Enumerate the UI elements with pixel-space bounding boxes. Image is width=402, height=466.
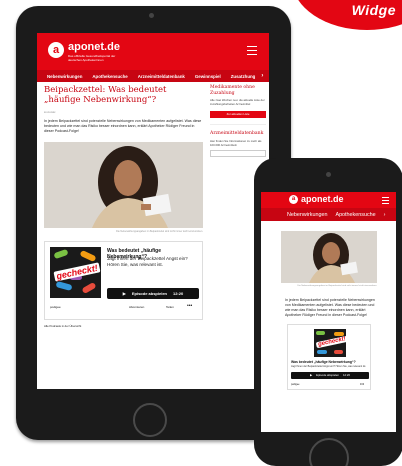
tablet-device: a aponet.de Das offizielle Gesundheitspo… [16,6,291,440]
tablet-home-button[interactable] [133,403,167,437]
woman-reading-illustration [44,142,203,228]
sidebar-text-datenbank: Hier finden Sie Informationen zu mehr al… [210,138,262,147]
drug-search-input[interactable] [210,150,266,158]
phone-nav: Nebenwirkungen Apothekensuche › [261,208,396,221]
phone-device: a aponet.de Nebenwirkungen Apothekensuch… [254,158,402,466]
sidebar-divider [210,124,266,126]
phone-nav-item-nebenwirkungen[interactable]: Nebenwirkungen [287,212,327,218]
play-label: Episode abspielen [131,291,167,296]
podcast-cover[interactable]: gecheckt! [50,247,101,298]
play-icon: ▶ [309,373,313,378]
phone-play-label: Episode abspielen [316,373,339,378]
nav-item-zusatz[interactable]: Zusatzhung [231,74,256,79]
sidebar-heading-zuzahlung: Medikamente ohne Zuzahlung [210,85,255,96]
phone-podcast-cover[interactable]: gecheckt! [314,328,346,357]
episode-description: Jagt Ihnen der Beipackzettel Angst ein? … [107,256,188,267]
photo-caption: Die Nebenwirkungsangaben im Beipackzette… [116,230,203,233]
phone-menu-icon[interactable] [382,197,389,206]
play-episode-button[interactable]: ▶ Episode abspielen 12:20 [107,288,199,299]
phone-podcast-player: gecheckt! Was bedeutet „häufige Nebenwir… [287,323,371,390]
phone-home-button[interactable] [309,438,349,466]
phone-article-photo [281,231,377,283]
phone-article-text: In jedem Beipackzettel sind potenzielle … [285,297,375,317]
share-button[interactable]: Teilen [166,305,174,309]
site-tagline: Das offizielle Gesundheitsportal der deu… [68,54,116,62]
podcast-player: gecheckt! Was bedeutet „häufige Nebenwir… [44,241,203,320]
chevron-right-icon[interactable]: › [384,212,386,218]
play-icon: ▶ [122,291,126,296]
phone-episode-duration: 12:20 [343,373,350,378]
article-lead: In jedem Beipackzettel sind potenzielle … [44,119,202,133]
phone-play-episode-button[interactable]: ▶ Episode abspielen 12:20 [291,371,369,379]
nav-item-gewinnspiel[interactable]: Gewinnspiel [195,74,221,79]
more-options-icon[interactable]: ••• [187,303,192,309]
menu-icon[interactable] [247,46,257,58]
sidebar: Medikamente ohne Zuzahlung Alle zwei Woc… [210,85,266,158]
episode-duration: 12:20 [172,291,184,296]
chevron-right-icon[interactable]: › [261,73,263,79]
podcast-host-brand[interactable]: podigee [50,305,61,309]
phone-photo-caption: Die Nebenwirkungsangaben im Beipackzette… [297,285,377,287]
tablet-camera [149,13,154,18]
phone-nav-item-apothekensuche[interactable]: Apothekensuche [335,212,375,218]
phone-episode-description: Jagt Ihnen der Beipackzettel Angst ein? … [291,364,367,368]
phone-screen: a aponet.de Nebenwirkungen Apothekensuch… [261,192,396,432]
nav-item-nebenwirkungen[interactable]: Nebenwirkungen [47,74,82,79]
phone-logo-icon[interactable]: a [289,195,298,204]
subscribe-button[interactable]: Abonnieren [129,305,144,309]
main-nav: Nebenwirkungen Apothekensuche Arzneimitt… [37,70,269,82]
article-title: Beipackzettel: Was bedeutet „häufige Neb… [44,85,167,105]
nav-item-apothekensuche[interactable]: Apothekensuche [92,74,127,79]
phone-site-header: a aponet.de [261,192,396,208]
woman-reading-illustration [281,231,377,283]
badge-text: Widge [351,2,396,18]
phone-site-name[interactable]: aponet.de [301,194,344,204]
current-list-button[interactable]: Zur aktuellen Liste [210,111,266,119]
phone-camera [326,172,331,177]
phone-podcast-host-brand[interactable]: podigee [291,383,300,386]
article-photo [44,142,203,228]
tablet-screen: a aponet.de Das offizielle Gesundheitspo… [37,33,269,389]
nav-item-arzneimitteldatenbank[interactable]: Arzneimitteldatenbank [138,74,185,79]
sidebar-heading-datenbank: Arzneimitteldatenbank [210,131,264,137]
logo-icon[interactable]: a [48,42,64,58]
all-podcasts-link[interactable]: Alle Podcasts in der Übersicht [44,324,203,328]
site-name[interactable]: aponet.de [68,41,120,53]
site-header: a aponet.de Das offizielle Gesundheitspo… [37,33,269,70]
sidebar-text-zuzahlung: Alle zwei Wochen neu: die aktuelle Liste… [210,98,265,106]
phone-more-options-icon[interactable]: ••• [360,381,364,386]
promo-stage: Widge a aponet.de Das offizielle Gesundh… [0,0,402,466]
article-date: xx.xx.xxxx [44,111,56,114]
phone-episode-title: Was bedeutet „häufige Nebenwirkung“? [291,359,356,364]
article-column: Beipackzettel: Was bedeutet „häufige Neb… [44,85,203,328]
